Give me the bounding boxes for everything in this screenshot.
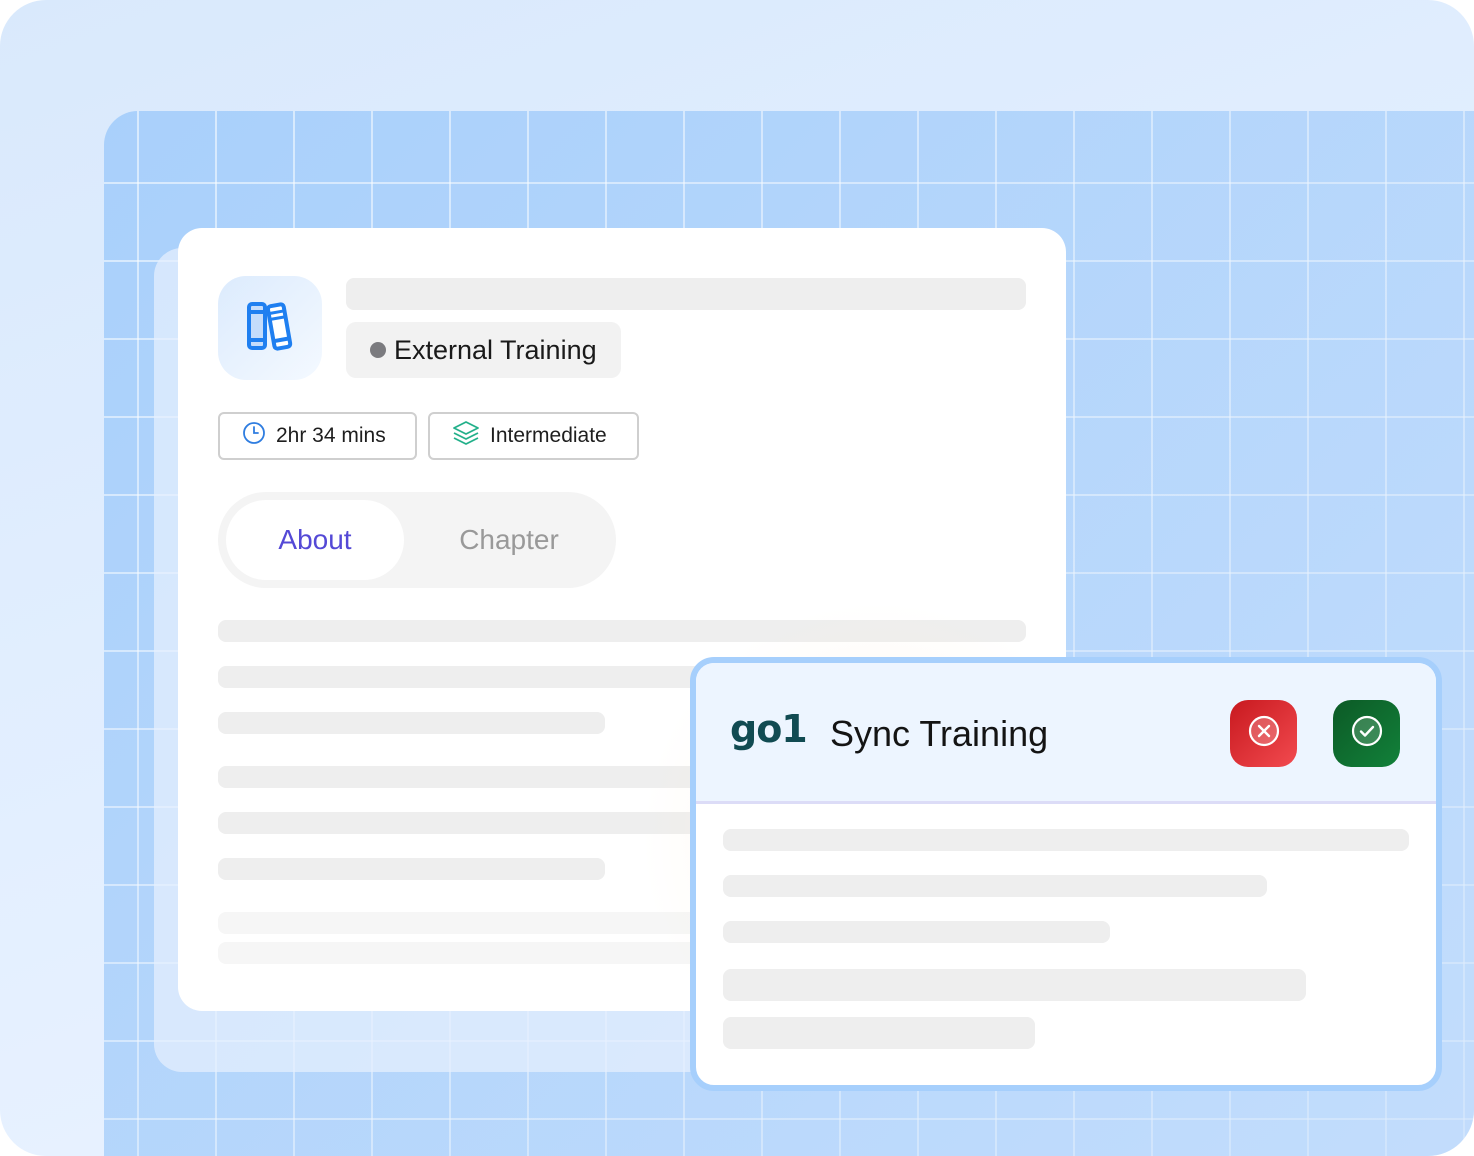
content-placeholder-line <box>218 620 1026 642</box>
sync-training-panel: go1 Sync Training <box>690 657 1442 1091</box>
accept-button[interactable] <box>1333 700 1400 767</box>
course-type-badge: External Training <box>346 322 621 378</box>
sync-placeholder-line <box>723 829 1409 851</box>
sync-panel-header: go1 Sync Training <box>696 663 1436 804</box>
books-icon <box>245 300 295 357</box>
title-placeholder <box>346 278 1026 310</box>
go1-logo: go1 <box>730 707 808 751</box>
sync-placeholder-line <box>723 875 1267 897</box>
clock-icon <box>242 421 266 451</box>
tab-switcher: About Chapter <box>218 492 616 588</box>
sync-placeholder-line <box>723 1017 1035 1049</box>
tab-about[interactable]: About <box>226 500 404 580</box>
sync-panel-title: Sync Training <box>830 713 1049 754</box>
x-circle-icon <box>1247 714 1281 753</box>
duration-chip: 2hr 34 mins <box>218 412 417 460</box>
content-placeholder-line <box>218 712 605 734</box>
reject-button[interactable] <box>1230 700 1297 767</box>
check-circle-icon <box>1350 714 1384 753</box>
course-type-label: External Training <box>394 334 597 365</box>
course-icon-tile <box>218 276 322 380</box>
layers-icon <box>452 419 480 453</box>
tab-chapter[interactable]: Chapter <box>414 500 604 580</box>
level-label: Intermediate <box>490 424 607 447</box>
level-chip: Intermediate <box>428 412 639 460</box>
duration-label: 2hr 34 mins <box>276 424 386 447</box>
status-dot-icon <box>370 342 386 358</box>
content-placeholder-line <box>218 858 605 880</box>
sync-placeholder-line <box>723 969 1306 1001</box>
sync-placeholder-line <box>723 921 1110 943</box>
